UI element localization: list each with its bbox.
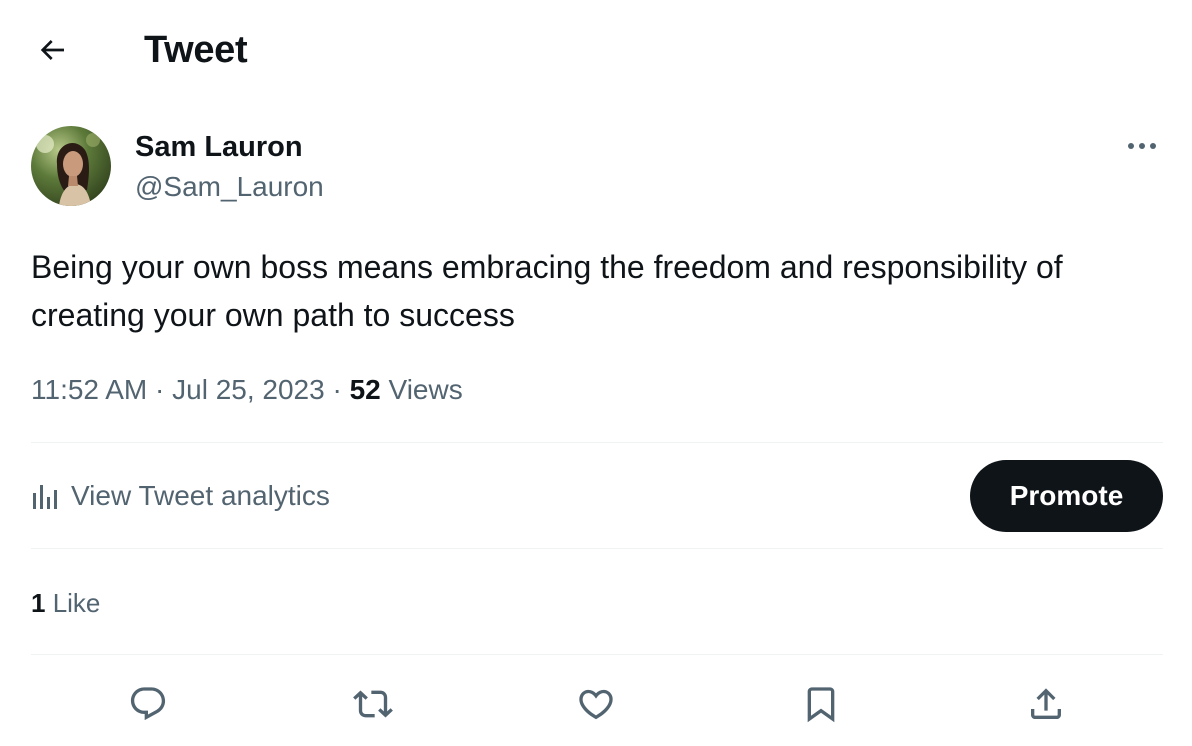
tweet-meta: 11:52 AM · Jul 25, 2023 · 52 Views xyxy=(31,370,463,410)
meta-separator: · xyxy=(324,374,350,405)
author-display-name[interactable]: Sam Lauron xyxy=(135,130,303,164)
tweet-time[interactable]: 11:52 AM xyxy=(31,374,147,405)
reply-button[interactable] xyxy=(124,680,172,728)
retweet-icon xyxy=(353,690,393,718)
analytics-label: View Tweet analytics xyxy=(71,480,330,511)
bookmark-button[interactable] xyxy=(797,680,845,728)
author-handle[interactable]: @Sam_Lauron xyxy=(135,170,324,204)
meta-separator: · xyxy=(147,374,173,405)
divider xyxy=(31,442,1163,443)
bookmark-icon xyxy=(807,687,835,723)
back-button[interactable] xyxy=(30,28,74,72)
likes-count: 1 xyxy=(31,588,46,618)
divider xyxy=(31,654,1163,655)
views-count: 52 xyxy=(349,374,381,405)
reply-icon xyxy=(130,687,166,721)
tweet-text: Being your own boss means embracing the … xyxy=(31,249,1063,333)
likes-summary[interactable]: 1 Like xyxy=(31,584,100,622)
likes-label: Like xyxy=(45,588,101,618)
share-button[interactable] xyxy=(1022,680,1070,728)
page-title: Tweet xyxy=(144,29,248,71)
more-horizontal-icon xyxy=(1128,143,1156,149)
avatar[interactable] xyxy=(31,126,111,206)
heart-icon xyxy=(579,689,613,720)
tweet-date[interactable]: Jul 25, 2023 xyxy=(172,374,325,405)
views-label: Views xyxy=(380,374,463,405)
divider xyxy=(31,548,1163,549)
promote-button[interactable]: Promote xyxy=(970,460,1163,532)
like-button[interactable] xyxy=(572,680,620,728)
share-icon xyxy=(1031,688,1061,719)
view-analytics-link[interactable]: View Tweet analytics xyxy=(31,474,330,518)
retweet-button[interactable] xyxy=(349,680,397,728)
tweet-detail-page: Tweet Sam Lauron @Sam_Lauron Being your … xyxy=(0,0,1192,746)
profile-photo xyxy=(31,126,111,206)
arrow-left-icon xyxy=(40,40,64,60)
more-options-button[interactable] xyxy=(1120,130,1164,162)
analytics-bars-icon xyxy=(33,485,57,509)
